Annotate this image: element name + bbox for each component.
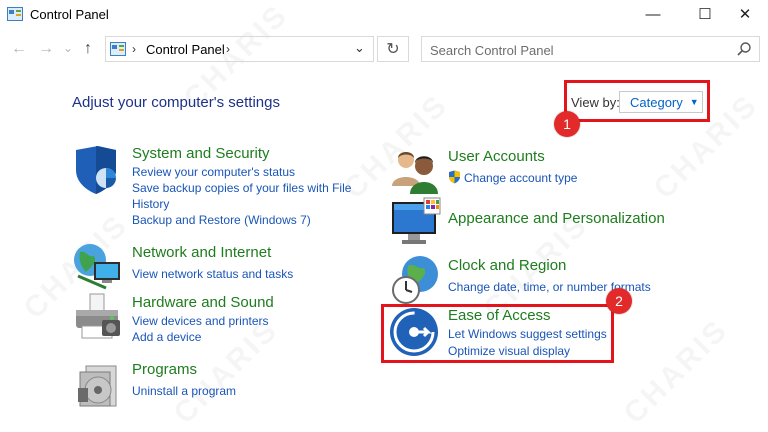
change-account-type-link[interactable]: Change account type	[448, 170, 577, 186]
address-bar[interactable]: › Control Panel › ⌄	[105, 36, 374, 62]
backup-and-restore-link[interactable]: Backup and Restore (Windows 7)	[132, 212, 311, 228]
let-windows-suggest-settings-link[interactable]: Let Windows suggest settings	[448, 326, 607, 342]
network-and-internet-link[interactable]: Network and Internet	[132, 244, 271, 261]
user-accounts-link[interactable]: User Accounts	[448, 148, 545, 165]
network-globe-icon	[74, 244, 120, 290]
clock-and-region-link[interactable]: Clock and Region	[448, 257, 566, 274]
minimize-button[interactable]: —	[630, 0, 676, 28]
printer-icon	[76, 293, 120, 339]
clock-globe-icon	[392, 256, 438, 304]
review-computer-status-link[interactable]: Review your computer's status	[132, 164, 295, 180]
breadcrumb-control-panel[interactable]: Control Panel	[146, 42, 225, 57]
address-dropdown-icon[interactable]: ⌄	[354, 40, 365, 56]
system-and-security-link[interactable]: System and Security	[132, 145, 270, 162]
hardware-and-sound-link[interactable]: Hardware and Sound	[132, 294, 274, 311]
save-backup-copies-link-cont[interactable]: History	[132, 196, 169, 212]
save-backup-copies-link[interactable]: Save backup copies of your files with Fi…	[132, 180, 351, 196]
uac-shield-icon	[449, 170, 460, 184]
view-by-dropdown[interactable]: Category ▼	[619, 91, 703, 113]
ease-of-access-link[interactable]: Ease of Access	[448, 307, 551, 324]
view-network-status-link[interactable]: View network status and tasks	[132, 266, 293, 282]
control-panel-icon	[7, 7, 23, 21]
programs-link[interactable]: Programs	[132, 361, 197, 378]
step-marker-2: 2	[606, 288, 632, 314]
search-box[interactable]	[421, 36, 760, 63]
add-a-device-link[interactable]: Add a device	[132, 329, 201, 345]
refresh-button[interactable]: ↻	[377, 36, 409, 62]
control-panel-icon	[110, 42, 126, 56]
breadcrumb-chevron-icon[interactable]: ›	[226, 42, 230, 56]
optimize-visual-display-link[interactable]: Optimize visual display	[448, 343, 570, 359]
uninstall-a-program-link[interactable]: Uninstall a program	[132, 383, 236, 399]
programs-disc-icon	[78, 365, 117, 407]
page-title: Adjust your computer's settings	[72, 94, 280, 111]
search-input[interactable]	[422, 37, 732, 63]
appearance-and-personalization-link[interactable]: Appearance and Personalization	[448, 210, 665, 227]
up-button[interactable]: ↑	[84, 40, 92, 58]
search-icon[interactable]	[736, 41, 752, 57]
user-accounts-icon	[392, 152, 438, 194]
appearance-monitor-icon	[392, 197, 441, 244]
shield-icon	[76, 146, 116, 194]
view-devices-and-printers-link[interactable]: View devices and printers	[132, 313, 269, 329]
address-row: ← → ⌄ ↑ › Control Panel › ⌄ ↻	[0, 32, 768, 66]
view-by-label: View by:	[571, 95, 620, 110]
close-button[interactable]: ✕	[722, 0, 768, 28]
watermark: CHARIS	[617, 313, 735, 431]
title-bar: Control Panel — ☐ ✕	[0, 0, 768, 30]
step-marker-1: 1	[554, 111, 580, 137]
caret-down-icon: ▼	[689, 97, 699, 107]
recent-locations-button[interactable]: ⌄	[63, 41, 73, 55]
ease-of-access-icon	[390, 308, 438, 356]
back-button[interactable]: ←	[11, 40, 27, 58]
breadcrumb-chevron-icon[interactable]: ›	[132, 42, 136, 56]
view-by-value: Category	[630, 94, 683, 110]
forward-button[interactable]: →	[38, 40, 54, 58]
change-account-type-label: Change account type	[464, 171, 578, 185]
window-title: Control Panel	[30, 7, 109, 22]
